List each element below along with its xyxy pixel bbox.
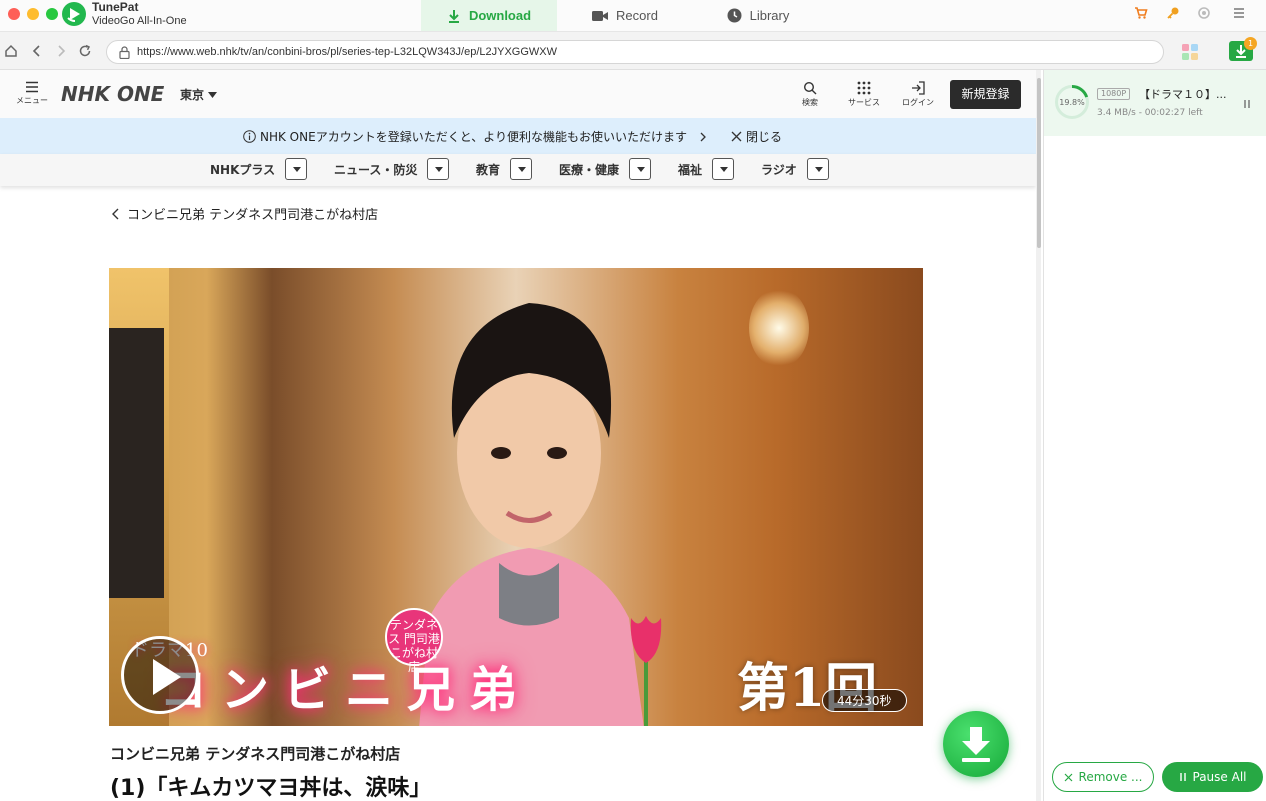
- region-selector[interactable]: 東京: [180, 86, 218, 103]
- app-name: TunePat: [92, 0, 139, 14]
- forward-icon[interactable]: [55, 44, 67, 58]
- download-status: 3.4 MB/s - 00:02:27 left: [1097, 108, 1203, 118]
- settings-icon[interactable]: [1197, 6, 1211, 20]
- category-nhk-plus[interactable]: NHKプラス: [210, 161, 275, 178]
- close-icon: [731, 131, 742, 142]
- download-arrow-icon: [962, 727, 990, 762]
- item-pause-icon[interactable]: [1243, 99, 1251, 109]
- play-button[interactable]: [121, 636, 199, 714]
- url-text: https://www.web.nhk/tv/an/conbini-bros/p…: [137, 46, 558, 58]
- tab-library[interactable]: Library: [718, 0, 798, 31]
- back-icon[interactable]: [31, 44, 43, 58]
- chevron-left-icon: [112, 208, 119, 219]
- progress-percent: 19.8%: [1059, 98, 1085, 107]
- download-queue-button[interactable]: 1: [1229, 37, 1257, 61]
- play-icon: [124, 639, 125, 640]
- title-bar: TunePat VideoGo All-In-One Download Reco…: [0, 0, 1266, 32]
- duration-badge: 44分30秒: [822, 689, 907, 712]
- remove-button[interactable]: Remove ...: [1052, 762, 1154, 792]
- download-video-button[interactable]: [943, 711, 1009, 777]
- browser-toolbar: https://www.web.nhk/tv/an/conbini-bros/p…: [0, 32, 1266, 70]
- category-radio-dropdown[interactable]: [807, 158, 829, 180]
- store-stamp: テンダネス 門司港 こがね村店: [385, 608, 443, 674]
- scrollbar-thumb[interactable]: [1037, 78, 1041, 248]
- apps-grid-icon[interactable]: [1181, 43, 1199, 61]
- download-title: 【ドラマ１０】...: [1139, 88, 1227, 101]
- page-scrollbar[interactable]: [1036, 70, 1041, 801]
- breadcrumb[interactable]: コンビニ兄弟 テンダネス門司港こがね村店: [111, 204, 378, 223]
- background-lamp: [749, 288, 809, 368]
- quality-badge: 1080P: [1097, 88, 1131, 100]
- zoom-window-button[interactable]: [46, 8, 58, 20]
- url-field[interactable]: https://www.web.nhk/tv/an/conbini-bros/p…: [106, 40, 1164, 64]
- category-education[interactable]: 教育: [476, 161, 500, 178]
- grid-icon: [857, 81, 871, 95]
- search-button[interactable]: 検索: [794, 81, 826, 108]
- category-health[interactable]: 医療・健康: [559, 161, 619, 178]
- nhk-one-logo: NHK ONE: [61, 82, 165, 106]
- reload-icon[interactable]: [78, 44, 92, 58]
- category-news[interactable]: ニュース・防災: [334, 161, 417, 178]
- hamburger-menu-icon[interactable]: [1232, 6, 1246, 20]
- tab-download[interactable]: Download: [421, 0, 557, 31]
- lock-icon: [119, 46, 130, 59]
- download-icon: [448, 9, 459, 23]
- services-button[interactable]: サービス: [844, 81, 884, 108]
- menu-icon: [26, 81, 38, 93]
- app-logo-icon: [62, 2, 86, 26]
- category-nav: NHKプラス ニュース・防災 教育 医療・健康 福祉 ラジオ: [0, 154, 1036, 186]
- register-button[interactable]: 新規登録: [950, 80, 1021, 109]
- remove-icon: [1064, 773, 1072, 781]
- episode-title: (1)「キムカツマヨ丼は、涙味」: [110, 776, 432, 801]
- category-welfare[interactable]: 福祉: [678, 161, 702, 178]
- nhk-header: メニュー NHK ONE 東京 検索 サービス ログイン 新規登録: [0, 70, 1036, 118]
- category-welfare-dropdown[interactable]: [712, 158, 734, 180]
- category-education-dropdown[interactable]: [510, 158, 532, 180]
- banner-close-button[interactable]: 閉じる: [731, 128, 782, 145]
- menu-button[interactable]: メニュー: [14, 81, 50, 106]
- category-radio[interactable]: ラジオ: [761, 161, 797, 178]
- background-poster: [109, 328, 164, 598]
- search-icon: [803, 81, 817, 95]
- key-icon[interactable]: [1166, 6, 1180, 20]
- download-panel: 19.8% 1080P 【ドラマ１０】... 3.4 MB/s - 00:02:…: [1043, 70, 1266, 801]
- login-icon: [911, 81, 925, 95]
- series-title: コンビニ兄弟 テンダネス門司港こがね村店: [110, 745, 401, 763]
- account-banner: NHK ONEアカウントを登録いただくと、より便利な機能もお使いいただけます 閉…: [0, 118, 1036, 154]
- chevron-right-icon: [700, 132, 706, 141]
- camera-icon: [592, 10, 609, 21]
- tulip-image: [630, 616, 662, 726]
- cart-icon[interactable]: [1134, 6, 1148, 20]
- download-item[interactable]: 19.8% 1080P 【ドラマ１０】... 3.4 MB/s - 00:02:…: [1044, 70, 1266, 136]
- pause-all-button[interactable]: Pause All: [1162, 762, 1263, 792]
- web-page: メニュー NHK ONE 東京 検索 サービス ログイン 新規登録 NHK ON…: [0, 70, 1041, 801]
- login-button[interactable]: ログイン: [898, 81, 938, 108]
- video-title-overlay: コンビニ兄弟: [159, 662, 532, 718]
- category-nhk-plus-dropdown[interactable]: [285, 158, 307, 180]
- clock-icon: [727, 8, 742, 23]
- tab-record[interactable]: Record: [585, 0, 665, 31]
- app-subtitle: VideoGo All-In-One: [92, 15, 187, 27]
- banner-link[interactable]: NHK ONEアカウントを登録いただくと、より便利な機能もお使いいただけます: [243, 128, 709, 145]
- home-icon[interactable]: [4, 44, 18, 58]
- category-health-dropdown[interactable]: [629, 158, 651, 180]
- info-icon: [243, 130, 256, 143]
- download-count-badge: 1: [1244, 37, 1257, 50]
- pause-icon: [1179, 773, 1186, 781]
- video-player[interactable]: ドラマ10 コンビニ兄弟 テンダネス 門司港 こがね村店 第1回 44分30秒: [109, 268, 923, 726]
- category-news-dropdown[interactable]: [427, 158, 449, 180]
- chevron-down-icon: [208, 91, 218, 98]
- close-window-button[interactable]: [8, 8, 20, 20]
- minimize-window-button[interactable]: [27, 8, 39, 20]
